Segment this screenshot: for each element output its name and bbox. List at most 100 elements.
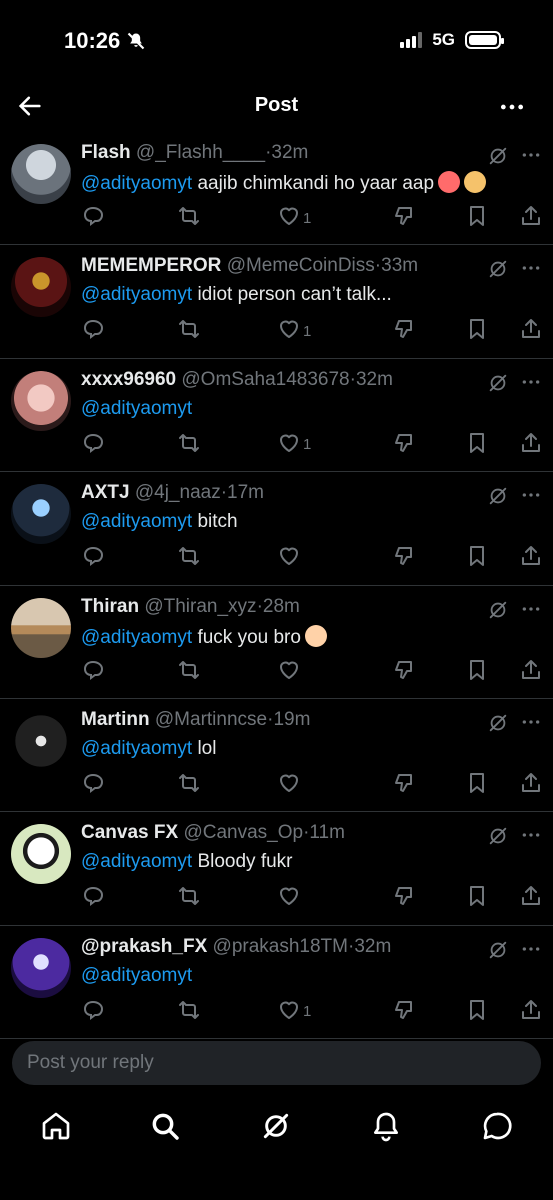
home-icon[interactable] bbox=[40, 1110, 72, 1142]
dislike-button[interactable] bbox=[392, 884, 416, 912]
reply-input[interactable] bbox=[12, 1041, 541, 1085]
search-icon[interactable] bbox=[149, 1110, 181, 1142]
avatar[interactable] bbox=[11, 937, 71, 998]
mention-link[interactable]: @adityaomyt bbox=[81, 965, 192, 986]
bookmark-button[interactable] bbox=[465, 771, 489, 799]
bookmark-button[interactable] bbox=[465, 998, 489, 1026]
bookmark-button[interactable] bbox=[465, 884, 489, 912]
share-button[interactable] bbox=[519, 317, 543, 345]
reply-item[interactable]: @prakash_FX @prakash18TM·32m @adityaomyt… bbox=[0, 926, 553, 1040]
more-options-icon[interactable] bbox=[521, 599, 541, 624]
messages-icon[interactable] bbox=[481, 1110, 513, 1142]
avatar[interactable] bbox=[11, 144, 71, 204]
display-name[interactable]: Martinn bbox=[81, 709, 150, 730]
avatar[interactable] bbox=[11, 257, 71, 318]
like-button[interactable]: 1 bbox=[277, 317, 311, 345]
like-button[interactable]: 1 bbox=[277, 204, 311, 232]
avatar[interactable] bbox=[11, 710, 71, 771]
more-options-icon[interactable] bbox=[521, 712, 541, 737]
dislike-button[interactable] bbox=[392, 658, 416, 686]
reply-button[interactable] bbox=[81, 884, 105, 912]
mention-link[interactable]: @adityaomyt bbox=[81, 738, 192, 759]
like-button[interactable] bbox=[277, 771, 303, 799]
more-options-icon[interactable] bbox=[521, 939, 541, 964]
share-button[interactable] bbox=[519, 998, 543, 1026]
more-options-icon[interactable] bbox=[521, 258, 541, 283]
repost-button[interactable] bbox=[177, 884, 201, 912]
repost-button[interactable] bbox=[177, 658, 201, 686]
display-name[interactable]: Thiran bbox=[81, 596, 139, 617]
repost-button[interactable] bbox=[177, 317, 201, 345]
more-options-icon[interactable] bbox=[521, 825, 541, 850]
reply-item[interactable]: Thiran @Thiran_xyz·28m @adityaomyt fuck … bbox=[0, 586, 553, 699]
dislike-button[interactable] bbox=[392, 431, 416, 459]
notifications-icon[interactable] bbox=[370, 1110, 402, 1142]
display-name[interactable]: @prakash_FX bbox=[81, 936, 207, 957]
avatar[interactable] bbox=[11, 597, 71, 658]
reply-item[interactable]: xxxx96960 @OmSaha1483678·32m @adityaomyt… bbox=[0, 359, 553, 473]
avatar[interactable] bbox=[11, 370, 71, 431]
user-handle[interactable]: @Canvas_Op bbox=[183, 822, 303, 843]
reply-button[interactable] bbox=[81, 771, 105, 799]
dislike-button[interactable] bbox=[392, 998, 416, 1026]
reply-item[interactable]: Canvas FX @Canvas_Op·11m @adityaomyt Blo… bbox=[0, 812, 553, 926]
user-handle[interactable]: @4j_naaz bbox=[135, 482, 221, 503]
more-options-icon[interactable] bbox=[521, 145, 541, 170]
reply-item[interactable]: Flash @_Flashh____·32m @adityaomyt aajib… bbox=[0, 132, 553, 246]
bookmark-button[interactable] bbox=[465, 317, 489, 345]
mention-link[interactable]: @adityaomyt bbox=[81, 627, 192, 648]
reply-button[interactable] bbox=[81, 431, 105, 459]
share-button[interactable] bbox=[519, 204, 543, 232]
more-options-icon[interactable] bbox=[521, 372, 541, 397]
display-name[interactable]: MEMEMPEROR bbox=[81, 255, 221, 276]
dislike-button[interactable] bbox=[392, 771, 416, 799]
reply-button[interactable] bbox=[81, 317, 105, 345]
user-handle[interactable]: @MemeCoinDiss bbox=[227, 255, 375, 276]
mention-link[interactable]: @adityaomyt bbox=[81, 511, 192, 532]
more-options-icon[interactable] bbox=[499, 94, 525, 120]
reply-button[interactable] bbox=[81, 998, 105, 1026]
bookmark-button[interactable] bbox=[465, 431, 489, 459]
like-button[interactable] bbox=[277, 544, 303, 572]
avatar[interactable] bbox=[11, 824, 71, 885]
reply-item[interactable]: Martinn @Martinncse·19m @adityaomyt lol bbox=[0, 699, 553, 813]
dislike-button[interactable] bbox=[392, 204, 416, 232]
repost-button[interactable] bbox=[177, 204, 201, 232]
mention-link[interactable]: @adityaomyt bbox=[81, 398, 192, 419]
mention-link[interactable]: @adityaomyt bbox=[81, 851, 192, 872]
avatar[interactable] bbox=[11, 484, 71, 545]
reply-button[interactable] bbox=[81, 658, 105, 686]
grok-icon[interactable] bbox=[487, 372, 509, 399]
user-handle[interactable]: @OmSaha1483678 bbox=[181, 369, 349, 390]
share-button[interactable] bbox=[519, 884, 543, 912]
dislike-button[interactable] bbox=[392, 317, 416, 345]
mention-link[interactable]: @adityaomyt bbox=[81, 173, 192, 194]
grok-icon[interactable] bbox=[487, 145, 509, 172]
mention-link[interactable]: @adityaomyt bbox=[81, 284, 192, 305]
user-handle[interactable]: @_Flashh____ bbox=[136, 142, 265, 163]
display-name[interactable]: Canvas FX bbox=[81, 822, 178, 843]
display-name[interactable]: Flash bbox=[81, 142, 131, 163]
repost-button[interactable] bbox=[177, 998, 201, 1026]
reply-item[interactable]: MEMEMPEROR @MemeCoinDiss·33m @adityaomyt… bbox=[0, 245, 553, 359]
grok-icon[interactable] bbox=[487, 939, 509, 966]
grok-icon[interactable] bbox=[487, 485, 509, 512]
bookmark-button[interactable] bbox=[465, 658, 489, 686]
display-name[interactable]: xxxx96960 bbox=[81, 369, 176, 390]
grok-icon[interactable] bbox=[487, 825, 509, 852]
reply-button[interactable] bbox=[81, 204, 105, 232]
share-button[interactable] bbox=[519, 658, 543, 686]
grok-icon[interactable] bbox=[487, 599, 509, 626]
share-button[interactable] bbox=[519, 771, 543, 799]
more-options-icon[interactable] bbox=[521, 485, 541, 510]
grok-icon[interactable] bbox=[260, 1110, 292, 1142]
like-button[interactable] bbox=[277, 884, 303, 912]
like-button[interactable]: 1 bbox=[277, 998, 311, 1026]
like-button[interactable] bbox=[277, 658, 303, 686]
dislike-button[interactable] bbox=[392, 544, 416, 572]
reply-item[interactable]: AXTJ @4j_naaz·17m @adityaomyt bitch bbox=[0, 472, 553, 586]
reply-composer[interactable] bbox=[12, 1041, 541, 1085]
bookmark-button[interactable] bbox=[465, 544, 489, 572]
share-button[interactable] bbox=[519, 431, 543, 459]
user-handle[interactable]: @Martinncse bbox=[155, 709, 267, 730]
